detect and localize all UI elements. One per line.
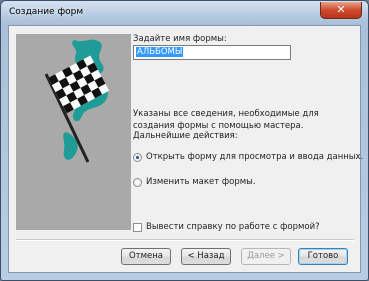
cancel-button[interactable]: Отмена bbox=[121, 248, 171, 265]
form-name-label: Задайте имя формы: bbox=[133, 34, 227, 44]
next-actions-label: Дальнейшие действия: bbox=[133, 131, 238, 141]
window-title: Создание форм bbox=[9, 7, 84, 17]
title-bar[interactable]: Создание форм ✕ bbox=[1, 1, 368, 25]
checkered-flag-icon bbox=[16, 34, 131, 230]
radio-edit-layout-label: Изменить макет формы. bbox=[146, 177, 256, 187]
radio-open-form-label: Открыть форму для просмотра и ввода данн… bbox=[146, 152, 364, 162]
next-button[interactable]: Далее > bbox=[241, 248, 291, 265]
radio-edit-layout[interactable]: Изменить макет формы. bbox=[133, 176, 256, 188]
help-checkbox[interactable]: Вывести справку по работе с формой? bbox=[133, 221, 320, 233]
button-separator bbox=[16, 239, 354, 241]
help-checkbox-label: Вывести справку по работе с формой? bbox=[146, 222, 320, 232]
radio-unselected-icon bbox=[133, 177, 142, 187]
wizard-body: Задайте имя формы: АЛЬБОМЫ Указаны все с… bbox=[8, 25, 363, 273]
finish-button[interactable]: Готово bbox=[298, 248, 348, 265]
radio-open-form[interactable]: Открыть форму для просмотра и ввода данн… bbox=[133, 151, 363, 163]
radio-selected-icon bbox=[133, 152, 142, 162]
form-name-input[interactable]: АЛЬБОМЫ bbox=[133, 45, 291, 60]
wizard-window: Создание форм ✕ Задайте имя формы: АЛЬБО… bbox=[0, 0, 369, 281]
checkbox-icon bbox=[133, 222, 142, 232]
close-icon[interactable]: ✕ bbox=[320, 2, 362, 19]
form-name-value: АЛЬБОМЫ bbox=[136, 47, 184, 57]
info-text: Указаны все сведения, необходимые для со… bbox=[133, 109, 319, 131]
back-button[interactable]: < Назад bbox=[181, 248, 231, 265]
